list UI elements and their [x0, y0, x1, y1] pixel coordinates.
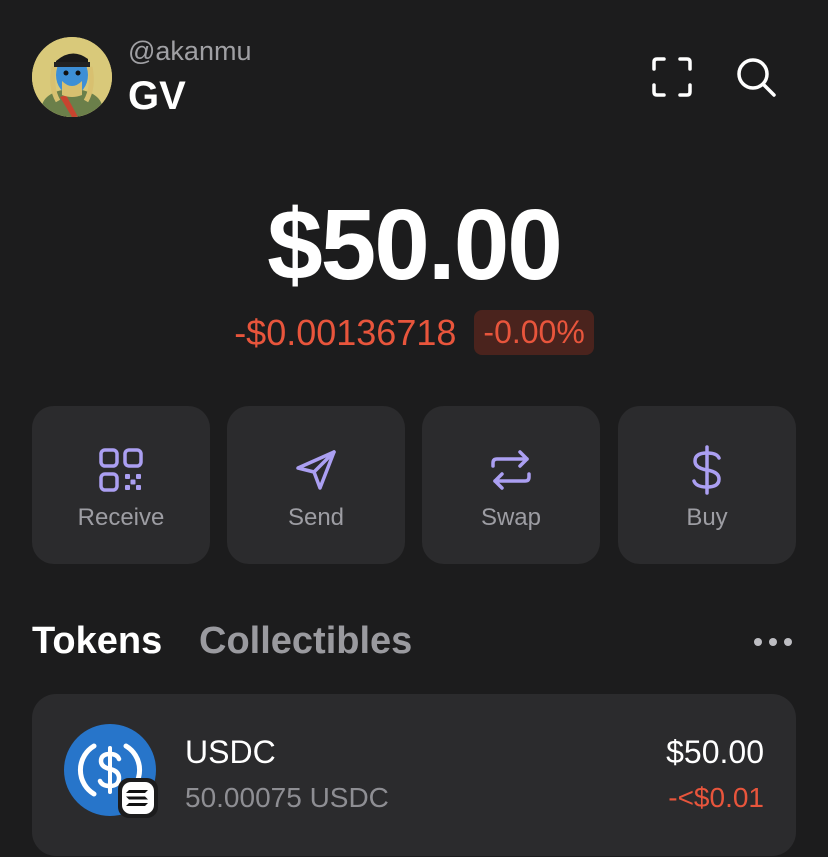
- send-label: Send: [287, 504, 345, 531]
- balance-change-row: -$0.00136718 -0.00%: [0, 310, 828, 355]
- scan-qr-icon: [652, 57, 692, 97]
- receive-label: Receive: [77, 504, 165, 531]
- more-dots-icon: [754, 638, 792, 646]
- tab-collectibles[interactable]: Collectibles: [199, 620, 412, 663]
- search-icon: [737, 58, 776, 97]
- more-options-button[interactable]: [746, 622, 800, 662]
- paper-plane-icon: [296, 450, 336, 490]
- token-quantity: 50.00075 USDC: [185, 782, 389, 813]
- swap-arrows-icon: [491, 450, 531, 490]
- dollar-icon: [692, 445, 721, 495]
- account-name[interactable]: GV: [128, 74, 186, 119]
- token-name: USDC: [185, 734, 276, 770]
- avatar-image: [32, 37, 112, 117]
- search-button[interactable]: [731, 52, 781, 102]
- avatar[interactable]: [32, 37, 112, 117]
- swap-label: Swap: [480, 504, 542, 531]
- send-button[interactable]: Send: [227, 406, 405, 564]
- total-balance: $50.00: [267, 189, 563, 301]
- token-change: -<$0.01: [668, 782, 764, 813]
- swap-button[interactable]: Swap: [422, 406, 600, 564]
- balance-change-percent-badge: -0.00%: [474, 310, 594, 355]
- token-row-usdc[interactable]: USDC 50.00075 USDC $50.00 -<$0.01: [32, 694, 796, 856]
- account-handle: @akanmu: [128, 36, 252, 66]
- balance-change-amount: -$0.00136718: [234, 311, 457, 353]
- qr-code-icon: [99, 448, 143, 492]
- buy-label: Buy: [686, 504, 728, 531]
- buy-button[interactable]: Buy: [618, 406, 796, 564]
- token-value: $50.00: [666, 734, 764, 770]
- usdc-logo: [64, 724, 160, 820]
- tab-tokens[interactable]: Tokens: [32, 620, 162, 663]
- scan-button[interactable]: [647, 52, 697, 102]
- action-buttons: Receive Send Swap Buy: [32, 406, 796, 564]
- receive-button[interactable]: Receive: [32, 406, 210, 564]
- wallet-home: @akanmu GV $50.00 -$0.00136718 -0.00% Re…: [0, 0, 828, 857]
